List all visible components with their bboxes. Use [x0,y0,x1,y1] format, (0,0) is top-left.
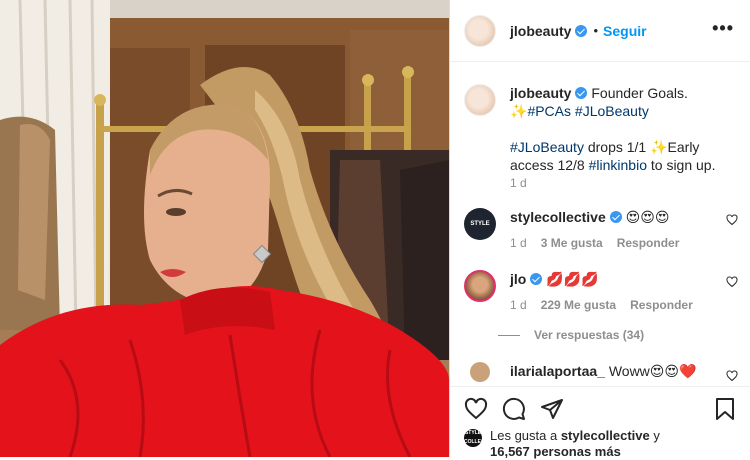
hashtag-jlobeauty[interactable]: #JLoBeauty [575,103,649,119]
avatar[interactable] [464,14,496,47]
heart-icon[interactable] [464,397,488,421]
likes-prefix: Les gusta a [490,428,561,443]
reply-button[interactable]: Responder [630,298,693,312]
follow-button[interactable]: Seguir [603,23,647,39]
post-sidebar: jlobeauty • Seguir ••• jlobeauty Founder… [449,0,750,460]
comment-icon[interactable] [502,397,526,421]
post-caption: jlobeauty Founder Goals. ✨#PCAs #JLoBeau… [464,84,744,190]
caption-line-3: to sign up. [646,157,716,173]
paper-plane-icon[interactable] [540,397,564,421]
portrait-illustration [0,0,449,457]
likes-text: Les gusta a stylecollective y 16,567 per… [490,428,660,460]
comment-meta: 1 d 3 Me gusta Responder [510,236,679,250]
verified-badge-icon [575,87,588,99]
comment-username[interactable]: stylecollective [510,209,606,225]
caption-avatar[interactable] [464,84,496,116]
liker-avatar[interactable]: STYLE COLLECTIVE [464,429,496,447]
verified-badge-icon [609,211,622,223]
comment-time: 1 d [510,298,527,312]
bookmark-icon [716,398,734,420]
verified-badge-icon [530,273,543,285]
comment-heart-icon[interactable] [726,370,738,382]
comment-stylecollective: STYLE stylecollective 😍😍😍 1 d 3 Me gusta… [464,208,748,250]
post-header: jlobeauty • Seguir ••• [450,0,750,62]
instagram-post: jlobeauty • Seguir ••• jlobeauty Founder… [0,0,750,460]
comment-username[interactable]: jlo [510,271,526,287]
comment-avatar[interactable] [464,270,496,302]
comment-text: Woww😍😍❤️ [608,363,697,379]
caption-timestamp: 1 d [510,176,527,190]
action-icons [464,397,564,421]
caption-username[interactable]: jlobeauty [510,85,571,101]
comment-heart-icon[interactable] [726,214,738,226]
hashtag-jlobeauty-2[interactable]: #JLoBeauty [510,139,584,155]
reply-button[interactable]: Responder [617,236,680,250]
replies-divider [498,334,520,336]
post-actions: STYLE COLLECTIVE Les gusta a stylecollec… [450,386,750,460]
hashtag-linkinbio[interactable]: #linkinbio [589,157,647,173]
caption-text: jlobeauty Founder Goals. ✨#PCAs #JLoBeau… [510,84,732,174]
comment-ilarialaportaa: ilarialaportaa_ Woww😍😍❤️ [464,362,748,382]
comment-avatar[interactable] [470,362,490,382]
view-replies-button[interactable]: Ver respuestas (34) [498,328,644,342]
likes-user[interactable]: stylecollective [561,428,650,443]
hashtag-pcas[interactable]: #PCAs [527,103,571,119]
likes-mid: y [649,428,660,443]
more-options-icon[interactable]: ••• [712,19,734,37]
comment-username[interactable]: ilarialaportaa_ [510,363,605,379]
comment-text: 😍😍😍 [625,209,670,225]
verified-badge-icon [575,24,588,37]
likes-summary: STYLE COLLECTIVE Les gusta a stylecollec… [464,428,660,460]
save-button[interactable] [714,397,736,421]
separator-dot: • [593,23,599,38]
header-username[interactable]: jlobeauty [510,23,571,39]
comment-meta: 1 d 229 Me gusta Responder [510,298,693,312]
comment-text: 💋💋💋 [546,271,599,287]
view-replies-label: Ver respuestas (34) [534,328,645,342]
post-photo[interactable] [0,0,449,457]
comment-heart-icon[interactable] [726,276,738,288]
comment-avatar[interactable]: STYLE [464,208,496,240]
comment-jlo: jlo 💋💋💋 1 d 229 Me gusta Responder [464,270,748,312]
comment-time: 1 d [510,236,527,250]
comment-likes[interactable]: 3 Me gusta [541,236,603,250]
comment-likes[interactable]: 229 Me gusta [541,298,616,312]
